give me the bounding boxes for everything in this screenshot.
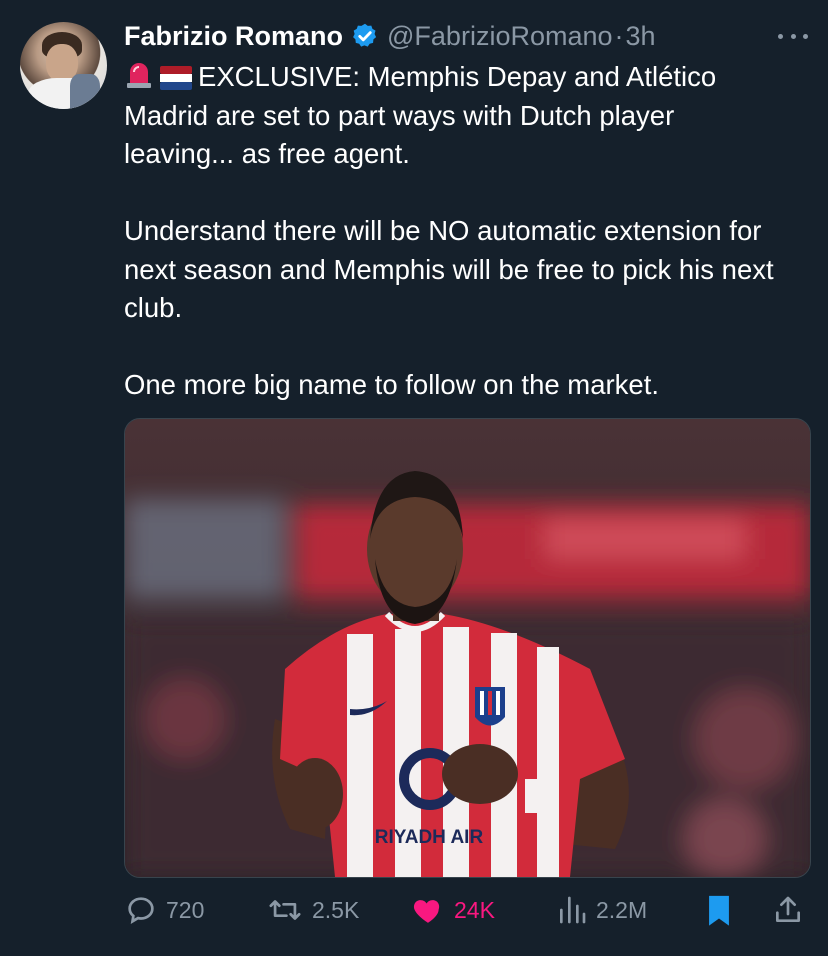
tweet-photo[interactable]: RIYADH AIR <box>124 418 811 878</box>
reply-button[interactable]: 720 <box>124 892 204 928</box>
share-icon <box>776 896 800 922</box>
views-count: 2.2M <box>596 896 648 923</box>
time-separator: · <box>614 21 624 51</box>
tweet-actions: 720 2.5K 24K 2.2M <box>124 892 814 928</box>
retweet-count: 2.5K <box>312 896 360 923</box>
tweet-line-1: EXCLUSIVE: Memphis Depay and Atlético <box>198 61 717 92</box>
author-handle[interactable]: @FabrizioRomano <box>387 18 613 54</box>
author-avatar[interactable] <box>20 22 107 109</box>
more-options-icon[interactable] <box>778 22 808 50</box>
retweet-button[interactable]: 2.5K <box>266 892 359 928</box>
views-chart-icon <box>560 896 586 924</box>
retweet-icon <box>269 900 301 920</box>
more-dot <box>778 33 783 39</box>
avatar-jacket <box>70 74 100 109</box>
reply-icon <box>128 897 154 924</box>
netherlands-flag-icon <box>160 66 192 90</box>
tweet-line-2: Madrid are set to part ways with Dutch p… <box>124 99 675 131</box>
more-dot <box>790 33 796 39</box>
bookmark-icon <box>709 895 729 926</box>
tweet-line-3: leaving... as free agent. <box>124 138 410 169</box>
tweet-time[interactable]: 3h <box>626 18 656 54</box>
author-name[interactable]: Fabrizio Romano <box>124 18 343 54</box>
reply-count: 720 <box>166 896 205 923</box>
like-count: 24K <box>454 896 495 923</box>
share-button[interactable] <box>772 892 804 928</box>
tweet-header: Fabrizio Romano @FabrizioRomano · 3h <box>124 18 656 54</box>
sponsor-text: RIYADH AIR <box>375 827 484 848</box>
tweet-text: EXCLUSIVE: Memphis Depay and Atlético Ma… <box>124 58 814 405</box>
tweet-paragraph-3: One more big name to follow on the marke… <box>124 369 659 400</box>
bookmark-button[interactable] <box>704 892 734 928</box>
like-button[interactable]: 24K <box>410 892 495 928</box>
tweet-paragraph-1: EXCLUSIVE: Memphis Depay and Atlético Ma… <box>124 58 814 174</box>
more-dot <box>803 33 808 39</box>
tweet-paragraph-2: Understand there will be NO automatic ex… <box>124 215 774 323</box>
police-car-light-icon <box>127 63 151 88</box>
views-button[interactable]: 2.2M <box>556 892 647 928</box>
player-photo-illustration: RIYADH AIR <box>125 419 810 877</box>
verified-badge-icon <box>353 23 377 47</box>
heart-icon <box>413 900 440 923</box>
